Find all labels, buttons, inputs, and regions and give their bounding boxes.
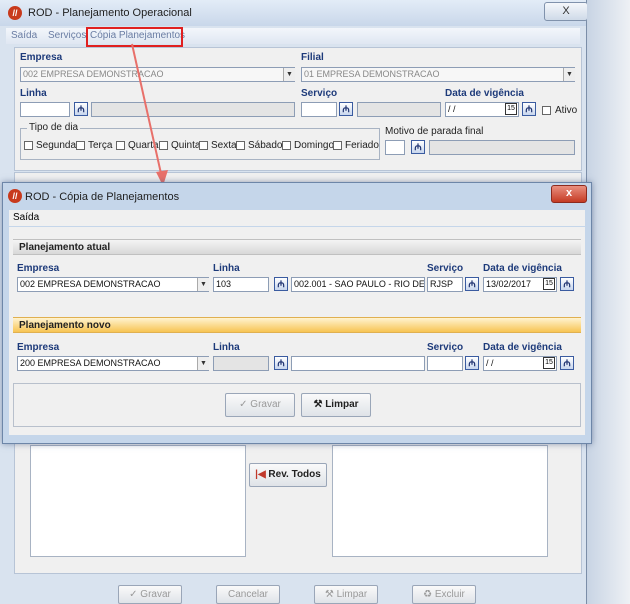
novo-empresa-label: Empresa bbox=[17, 342, 60, 353]
dialog-gravar-label: Gravar bbox=[250, 399, 281, 410]
broom-icon: ⚒ bbox=[313, 399, 326, 410]
dialog-body: Planejamento atual Empresa 002 EMPRESA D… bbox=[9, 227, 585, 435]
dialog-title: ROD - Cópia de Planejamentos bbox=[25, 191, 180, 203]
dialog-close-button[interactable]: x bbox=[551, 185, 587, 203]
novo-linha-input[interactable] bbox=[213, 356, 269, 371]
dialog-menu-saida[interactable]: Saída bbox=[13, 212, 39, 223]
novo-data-label: Data de vigência bbox=[483, 342, 562, 353]
atual-data-label: Data de vigência bbox=[483, 263, 562, 274]
novo-servico-label: Serviço bbox=[427, 342, 464, 353]
dialog-button-bar bbox=[13, 383, 581, 427]
atual-linha-input[interactable]: 103 bbox=[213, 277, 269, 292]
dialog-limpar-label: Limpar bbox=[325, 399, 359, 410]
binoculars-icon[interactable]: ₼ bbox=[465, 277, 479, 291]
check-icon: ✓ bbox=[239, 399, 251, 410]
novo-empresa-select[interactable]: 200 EMPRESA DEMONSTRACAO bbox=[17, 356, 209, 371]
binoculars-icon[interactable]: ₼ bbox=[274, 356, 288, 370]
dialog-gravar-button[interactable]: ✓ Gravar bbox=[225, 393, 295, 417]
chevron-down-icon[interactable]: ▼ bbox=[197, 278, 209, 291]
binoculars-icon[interactable]: ₼ bbox=[560, 356, 574, 370]
calendar-icon[interactable]: 15 bbox=[543, 278, 555, 290]
binoculars-icon[interactable]: ₼ bbox=[560, 277, 574, 291]
novo-servico-input[interactable] bbox=[427, 356, 463, 371]
rod-logo-icon: // bbox=[8, 189, 22, 203]
novo-linha-description bbox=[291, 356, 425, 371]
copy-dialog: // ROD - Cópia de Planejamentos x Saída … bbox=[2, 182, 592, 444]
atual-empresa-select[interactable]: 002 EMPRESA DEMONSTRACAO bbox=[17, 277, 209, 292]
dialog-menubar: Saída bbox=[9, 210, 585, 226]
dialog-limpar-button[interactable]: ⚒ Limpar bbox=[301, 393, 371, 417]
atual-empresa-label: Empresa bbox=[17, 263, 60, 274]
atual-section-header: Planejamento atual bbox=[13, 239, 581, 255]
calendar-icon[interactable]: 15 bbox=[543, 357, 555, 369]
atual-linha-description: 002.001 - SAO PAULO - RIO DE JAN bbox=[291, 277, 425, 292]
atual-servico-input[interactable]: RJSP bbox=[427, 277, 463, 292]
callout-arrow-line bbox=[131, 43, 163, 179]
chevron-down-icon[interactable]: ▼ bbox=[197, 357, 209, 370]
binoculars-icon[interactable]: ₼ bbox=[274, 277, 288, 291]
novo-section-header: Planejamento novo bbox=[13, 317, 581, 333]
atual-linha-label: Linha bbox=[213, 263, 240, 274]
atual-servico-label: Serviço bbox=[427, 263, 464, 274]
binoculars-icon[interactable]: ₼ bbox=[465, 356, 479, 370]
novo-linha-label: Linha bbox=[213, 342, 240, 353]
